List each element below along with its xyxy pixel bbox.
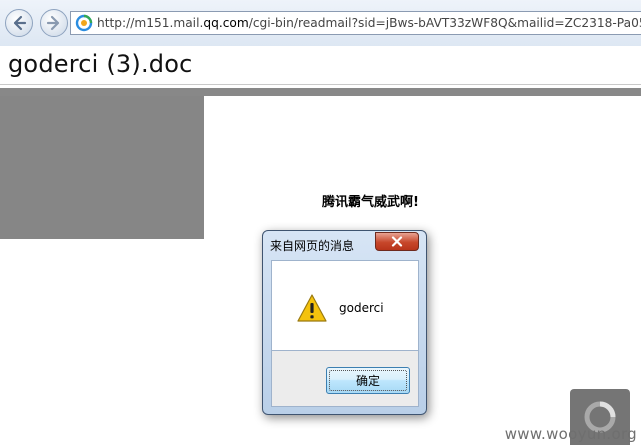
close-icon — [391, 236, 403, 247]
address-bar[interactable]: http://m151.mail.qq.com/cgi-bin/readmail… — [70, 11, 641, 35]
document-title: goderci (3).doc — [8, 50, 193, 78]
dialog-footer: 确定 — [271, 351, 419, 407]
browser-toolbar: http://m151.mail.qq.com/cgi-bin/readmail… — [0, 0, 641, 47]
back-button[interactable] — [5, 9, 33, 37]
focus-ring — [329, 370, 407, 391]
url-text: http://m151.mail.qq.com/cgi-bin/readmail… — [97, 16, 641, 30]
site-favicon-icon — [75, 14, 93, 32]
dialog-close-button[interactable] — [375, 232, 419, 251]
forward-arrow-icon — [46, 15, 60, 31]
gray-placeholder-block — [0, 96, 204, 239]
alert-dialog: 来自网页的消息 goderci 确定 — [262, 230, 427, 415]
dialog-body: goderci — [271, 260, 419, 351]
dialog-message: goderci — [339, 301, 384, 315]
header-divider-bar — [0, 88, 641, 96]
watermark-text: www.wooyun.org — [504, 425, 637, 443]
page-headline: 腾讯霸气威武啊! — [322, 195, 419, 210]
forward-button[interactable] — [40, 9, 68, 37]
warning-icon — [297, 294, 327, 322]
ok-button[interactable]: 确定 — [326, 367, 410, 394]
dialog-title: 来自网页的消息 — [270, 239, 355, 253]
document-header: goderci (3).doc — [0, 46, 641, 85]
back-arrow-icon — [13, 15, 27, 31]
